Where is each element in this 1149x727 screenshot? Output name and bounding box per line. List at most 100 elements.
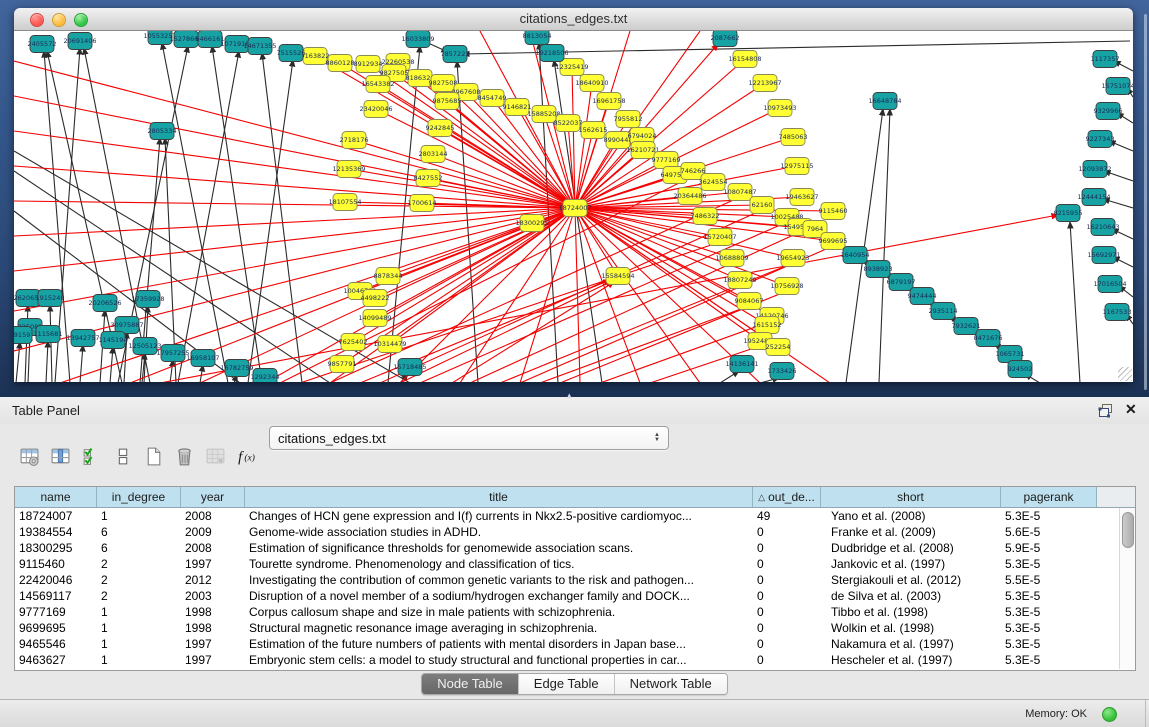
graph-node[interactable]: 9084067 — [735, 293, 764, 310]
scrollbar-thumb[interactable] — [1122, 512, 1134, 548]
table-cell[interactable]: Tibbo et al. (1998) — [821, 605, 1001, 619]
graph-node[interactable]: 1733426 — [768, 363, 797, 380]
graph-node[interactable]: 17016504 — [1093, 276, 1126, 293]
table-cell[interactable]: Disruption of a novel member of a sodium… — [245, 589, 753, 603]
graph-node[interactable]: 19218506 — [535, 45, 568, 62]
table-row[interactable]: 946554611997Estimation of the future num… — [15, 636, 1135, 652]
graph-node[interactable]: 10688809 — [715, 250, 748, 267]
graph-node[interactable]: 8471676 — [974, 330, 1003, 347]
graph-node[interactable]: 16033809 — [401, 31, 434, 48]
table-cell[interactable]: 0 — [753, 525, 821, 539]
graph-node[interactable]: 15718485 — [393, 359, 426, 376]
table-cell[interactable]: 6 — [97, 541, 181, 555]
graph-node[interactable]: 7625402 — [339, 334, 368, 351]
graph-node[interactable]: 16154808 — [728, 51, 761, 68]
column-header-name[interactable]: name — [15, 487, 97, 507]
graph-node[interactable]: 12213967 — [748, 75, 781, 92]
graph-node[interactable]: 1615152 — [753, 317, 782, 334]
table-cell[interactable]: 2008 — [181, 541, 245, 555]
graph-node[interactable]: 16961758 — [592, 93, 625, 110]
table-cell[interactable]: 2008 — [181, 509, 245, 523]
graph-node[interactable]: 9115460 — [819, 203, 848, 220]
graph-node[interactable]: 252254 — [766, 339, 791, 356]
graph-node[interactable]: 9474444 — [908, 288, 937, 305]
graph-node[interactable]: 15751074 — [1101, 78, 1133, 95]
graph-node[interactable]: 12093872 — [1078, 161, 1111, 178]
graph-node[interactable]: 16648784 — [868, 93, 901, 110]
graph-node[interactable]: 1292344 — [251, 369, 280, 383]
table-settings-icon[interactable] — [14, 442, 45, 470]
graph-node[interactable]: 8878344 — [374, 268, 403, 285]
graph-node[interactable]: 1145194 — [99, 332, 128, 349]
table-cell[interactable]: 5.3E-5 — [1001, 589, 1097, 603]
graph-node[interactable]: 16210643 — [1086, 219, 1119, 236]
table-cell[interactable]: 18300295 — [15, 541, 97, 555]
table-row[interactable]: 969969511998Structural magnetic resonanc… — [15, 620, 1135, 636]
graph-node[interactable]: 9699695 — [819, 233, 848, 250]
table-cell[interactable]: Embryonic stem cells: a model to study s… — [245, 653, 753, 667]
graph-node[interactable]: 20206526 — [88, 295, 121, 312]
graph-node[interactable]: 1167533 — [1103, 304, 1132, 321]
graph-node[interactable]: 2803144 — [419, 146, 448, 163]
graph-node[interactable]: 2718176 — [340, 132, 369, 149]
graph-node[interactable]: 14671355 — [243, 38, 276, 55]
graph-node[interactable]: 17359928 — [131, 291, 164, 308]
graph-node[interactable]: 2805334 — [148, 123, 177, 140]
table-scrollbar[interactable] — [1119, 508, 1135, 669]
row-height-icon[interactable] — [107, 442, 138, 470]
graph-node[interactable]: 14099489 — [358, 310, 391, 327]
table-cell[interactable]: 0 — [753, 541, 821, 555]
table-cell[interactable]: 9465546 — [15, 637, 97, 651]
table-cell[interactable]: 5.3E-5 — [1001, 621, 1097, 635]
graph-node[interactable]: 18640910 — [575, 75, 608, 92]
tab-node-table[interactable]: Node Table — [422, 674, 518, 694]
table-cell[interactable]: 5.9E-5 — [1001, 541, 1097, 555]
float-panel-icon[interactable] — [1098, 403, 1114, 418]
graph-node[interactable]: 6879197 — [887, 274, 916, 291]
table-cell[interactable]: 18724007 — [15, 509, 97, 523]
graph-node[interactable]: 19463627 — [785, 189, 818, 206]
column-chooser-icon[interactable] — [45, 442, 76, 470]
table-cell[interactable]: Estimation of the future numbers of pati… — [245, 637, 753, 651]
table-cell[interactable]: Tourette syndrome. Phenomenology and cla… — [245, 557, 753, 571]
column-header-out_de[interactable]: △out_de... — [753, 487, 821, 507]
table-cell[interactable]: 5.3E-5 — [1001, 605, 1097, 619]
graph-node[interactable]: 20691406 — [63, 33, 96, 50]
table-cell[interactable]: 1998 — [181, 621, 245, 635]
graph-node[interactable]: 16958107 — [186, 350, 219, 367]
table-cell[interactable]: Investigating the contribution of common… — [245, 573, 753, 587]
table-cell[interactable]: de Silva et al. (2003) — [821, 589, 1001, 603]
table-cell[interactable]: 1998 — [181, 605, 245, 619]
graph-node[interactable]: 7515526 — [277, 45, 306, 62]
table-cell[interactable]: 1997 — [181, 637, 245, 651]
graph-node[interactable]: 9777169 — [652, 152, 681, 169]
graph-node[interactable]: 16782759 — [220, 360, 253, 377]
table-cell[interactable]: Franke et al. (2009) — [821, 525, 1001, 539]
table-selector-dropdown[interactable]: citations_edges.txt ▲▼ — [269, 426, 669, 450]
table-cell[interactable]: 0 — [753, 557, 821, 571]
table-cell[interactable]: 5.3E-5 — [1001, 557, 1097, 571]
table-cell[interactable]: 1997 — [181, 557, 245, 571]
graph-node[interactable]: 16543382 — [361, 76, 394, 93]
table-cell[interactable]: 0 — [753, 605, 821, 619]
graph-node[interactable]: 19654923 — [776, 250, 809, 267]
graph-node[interactable]: 10973493 — [763, 100, 796, 117]
graph-node[interactable]: 23420046 — [359, 101, 392, 118]
graph-node[interactable]: 9329966 — [1094, 103, 1123, 120]
window-resize-grip[interactable] — [1118, 367, 1132, 381]
graph-node[interactable]: 18300295 — [515, 215, 548, 232]
graph-node[interactable]: 14136141 — [725, 356, 758, 373]
table-row[interactable]: 977716911998Corpus callosum shape and si… — [15, 604, 1135, 620]
graph-node[interactable]: 8215955 — [1054, 205, 1083, 222]
graph-node[interactable]: 62160 — [750, 197, 774, 214]
column-header-title[interactable]: title — [245, 487, 753, 507]
table-cell[interactable]: 0 — [753, 621, 821, 635]
graph-node[interactable]: 18724007 — [558, 200, 591, 217]
graph-node[interactable]: 9875685 — [433, 93, 462, 110]
table-cell[interactable]: Jankovic et al. (1997) — [821, 557, 1001, 571]
memory-status-indicator[interactable] — [1102, 707, 1117, 722]
graph-node[interactable]: 18807249 — [723, 272, 756, 289]
graph-node[interactable]: 9227343 — [1086, 131, 1115, 148]
table-cell[interactable]: 9463627 — [15, 653, 97, 667]
table-cell[interactable]: 9699695 — [15, 621, 97, 635]
